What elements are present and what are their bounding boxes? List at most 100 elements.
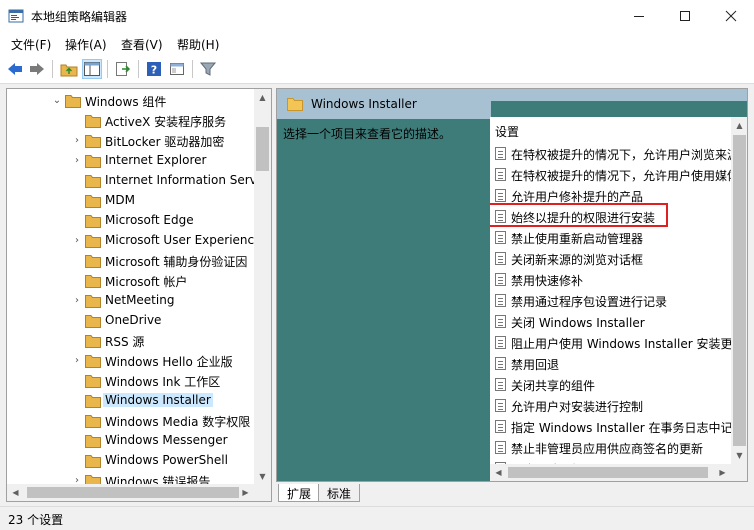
- back-button[interactable]: [5, 59, 25, 79]
- tab-standard[interactable]: 标准: [318, 484, 361, 502]
- policy-setting-icon: [495, 315, 506, 328]
- tab-extended[interactable]: 扩展: [278, 484, 321, 502]
- settings-vscroll-thumb[interactable]: [733, 135, 746, 446]
- folder-icon: [85, 275, 101, 288]
- chevron-right-icon[interactable]: ›: [71, 354, 83, 368]
- settings-list[interactable]: 设置 在特权被提升的情况下，允许用户浏览来源 在特权被提升的情况下，允许用户使用媒…: [490, 117, 747, 481]
- tree-vscroll-thumb[interactable]: [256, 127, 269, 171]
- menu-view[interactable]: 查看(V): [121, 36, 163, 53]
- setting-row[interactable]: 禁止非管理员应用供应商签名的更新: [495, 437, 735, 458]
- setting-row[interactable]: 禁用回退: [495, 353, 735, 374]
- menu-help[interactable]: 帮助(H): [177, 36, 219, 53]
- settings-column-header[interactable]: 设置: [495, 123, 519, 140]
- close-button[interactable]: [708, 0, 754, 32]
- setting-label: 禁用通过程序包设置进行记录: [511, 295, 668, 309]
- tree-item[interactable]: Microsoft 辅助身份验证因: [7, 251, 255, 271]
- tree-item-label: Windows Media 数字权限: [105, 415, 251, 429]
- chevron-right-icon[interactable]: ›: [71, 134, 83, 148]
- menu-action[interactable]: 操作(A): [65, 36, 107, 53]
- tree-item[interactable]: Windows Media 数字权限: [7, 411, 255, 431]
- tree-item[interactable]: › NetMeeting: [7, 291, 255, 311]
- settings-vertical-scrollbar[interactable]: ▲ ▼: [731, 117, 747, 464]
- setting-row[interactable]: 禁用通过程序包设置进行记录: [495, 290, 735, 311]
- scroll-down-arrow-icon[interactable]: ▼: [731, 447, 747, 464]
- tree-item[interactable]: ⌄ Windows 组件: [7, 91, 255, 111]
- scroll-up-arrow-icon[interactable]: ▲: [254, 89, 271, 106]
- tree-item[interactable]: Windows Messenger: [7, 431, 255, 451]
- tree-vertical-scrollbar[interactable]: ▲ ▼: [254, 89, 271, 485]
- help-button[interactable]: ?: [144, 59, 164, 79]
- scroll-left-arrow-icon[interactable]: ◀: [490, 464, 507, 481]
- chevron-right-icon[interactable]: ›: [71, 154, 83, 168]
- chevron-right-icon[interactable]: ›: [71, 294, 83, 308]
- tree-item-label: Microsoft 帐户: [105, 275, 188, 289]
- tree-item[interactable]: › BitLocker 驱动器加密: [7, 131, 255, 151]
- setting-row[interactable]: 允许用户对安装进行控制: [495, 395, 735, 416]
- setting-row[interactable]: 禁用快速修补: [495, 269, 735, 290]
- scroll-left-arrow-icon[interactable]: ◀: [7, 484, 24, 501]
- toolbar: ?: [0, 54, 754, 84]
- title-bar: 本地组策略编辑器: [0, 0, 754, 32]
- svg-text:?: ?: [151, 64, 157, 77]
- tree-horizontal-scrollbar[interactable]: ◀ ▶: [7, 484, 271, 501]
- tree-hscroll-thumb[interactable]: [27, 487, 239, 498]
- scroll-up-arrow-icon[interactable]: ▲: [731, 117, 747, 134]
- setting-row[interactable]: 在特权被提升的情况下，允许用户使用媒体: [495, 164, 739, 185]
- up-folder-button[interactable]: [59, 59, 79, 79]
- chevron-down-icon[interactable]: ⌄: [51, 94, 63, 108]
- chevron-right-icon[interactable]: ›: [71, 234, 83, 248]
- tree-item[interactable]: › Microsoft User Experienc: [7, 231, 255, 251]
- up-folder-icon: [60, 64, 78, 77]
- tree-item[interactable]: Microsoft Edge: [7, 211, 255, 231]
- forward-button[interactable]: [27, 59, 47, 79]
- maximize-button[interactable]: [662, 0, 708, 32]
- tree-item-label: Windows 组件: [85, 95, 167, 109]
- setting-row[interactable]: 关闭 Windows Installer: [495, 311, 735, 332]
- tree-item[interactable]: RSS 源: [7, 331, 255, 351]
- description-prompt: 选择一个项目来查看它的描述。: [283, 127, 452, 141]
- policy-setting-icon: [495, 420, 506, 433]
- tree-item[interactable]: › Internet Explorer: [7, 151, 255, 171]
- setting-row[interactable]: 始终以提升的权限进行安装: [490, 203, 735, 227]
- tree-item[interactable]: Internet Information Serv: [7, 171, 257, 191]
- filter-button[interactable]: [198, 59, 218, 79]
- setting-row[interactable]: 在特权被提升的情况下，允许用户浏览来源: [495, 143, 739, 164]
- policy-setting-icon: [495, 231, 506, 244]
- tree-item[interactable]: › Windows Hello 企业版: [7, 351, 255, 371]
- export-list-button[interactable]: [113, 59, 133, 79]
- folder-icon: [85, 215, 101, 228]
- setting-row[interactable]: 阻止用户使用 Windows Installer 安装更新: [495, 332, 744, 353]
- setting-row[interactable]: 禁止使用重新启动管理器: [495, 227, 735, 248]
- show-hide-tree-icon: [84, 62, 100, 76]
- folder-icon: [85, 175, 101, 188]
- settings-horizontal-scrollbar[interactable]: ◀ ▶: [490, 464, 747, 481]
- menu-bar: 文件(F) 操作(A) 查看(V) 帮助(H): [0, 32, 754, 54]
- setting-label: 指定 Windows Installer 在事务日志中记: [511, 421, 733, 435]
- show-hide-tree-button[interactable]: [82, 59, 102, 79]
- tree-item-label: MDM: [105, 193, 135, 207]
- setting-row[interactable]: 关闭共享的组件: [495, 374, 735, 395]
- setting-row[interactable]: 关闭新来源的浏览对话框: [495, 248, 735, 269]
- export-list-icon: [116, 62, 131, 76]
- tree-item[interactable]: OneDrive: [7, 311, 255, 331]
- scroll-down-arrow-icon[interactable]: ▼: [254, 468, 271, 485]
- tree-item[interactable]: ActiveX 安装程序服务: [7, 111, 255, 131]
- properties-button[interactable]: [167, 59, 187, 79]
- menu-file[interactable]: 文件(F): [11, 36, 51, 53]
- folder-icon: [85, 335, 101, 348]
- minimize-button[interactable]: [616, 0, 662, 32]
- policy-setting-icon: [495, 147, 506, 160]
- tree-item[interactable]: Windows PowerShell: [7, 451, 255, 471]
- details-pane: Windows Installer 选择一个项目来查看它的描述。 设置 在特权被…: [276, 88, 748, 482]
- tree-item[interactable]: Microsoft 帐户: [7, 271, 255, 291]
- tree-item[interactable]: Windows Ink 工作区: [7, 371, 255, 391]
- tree-item[interactable]: Windows Installer: [7, 391, 255, 411]
- tree-item[interactable]: MDM: [7, 191, 255, 211]
- settings-hscroll-thumb[interactable]: [508, 467, 708, 478]
- setting-row[interactable]: 指定 Windows Installer 在事务日志中记: [495, 416, 735, 437]
- scroll-right-arrow-icon[interactable]: ▶: [714, 464, 731, 481]
- setting-label: 允许用户对安装进行控制: [511, 400, 644, 414]
- tree-item-label: Windows PowerShell: [105, 453, 228, 467]
- scroll-right-arrow-icon[interactable]: ▶: [237, 484, 254, 501]
- tree-pane[interactable]: ⌄ Windows 组件 ActiveX 安装程序服务 › BitLocker 驱动器加…: [6, 88, 272, 502]
